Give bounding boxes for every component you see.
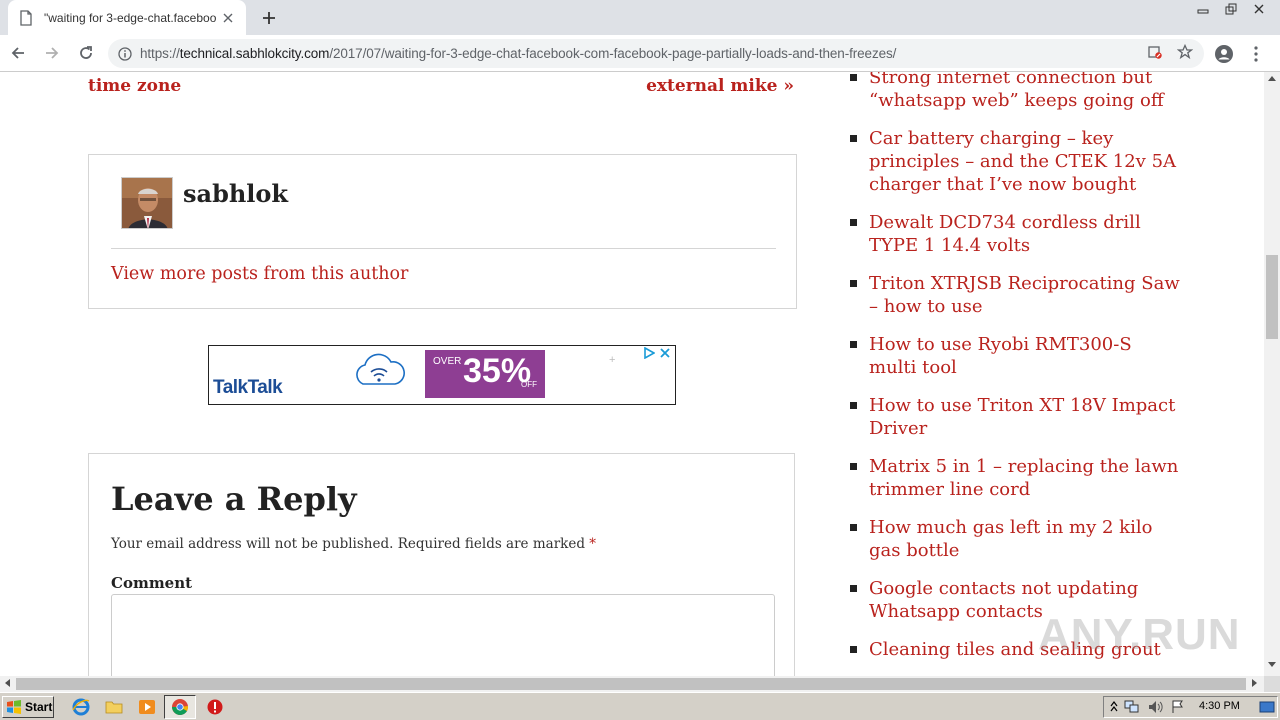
taskbar: Start 4:30 PM <box>0 692 1280 720</box>
list-item: Strong internet connection but “whatsapp… <box>850 72 1180 112</box>
scrollbar-thumb[interactable] <box>1266 255 1278 339</box>
scroll-down-icon[interactable] <box>1268 662 1276 668</box>
vertical-scrollbar[interactable] <box>1264 72 1280 676</box>
recent-post-link[interactable]: Strong internet connection but “whatsapp… <box>869 72 1164 111</box>
stop-sign-icon[interactable] <box>206 698 224 716</box>
scroll-right-icon[interactable] <box>1252 679 1258 687</box>
profile-icon[interactable] <box>1208 39 1240 68</box>
ad-close-icon[interactable] <box>659 347 671 359</box>
bookmark-star-icon[interactable] <box>1170 44 1200 60</box>
recent-post-link[interactable]: How much gas left in my 2 kilo gas bottl… <box>869 517 1152 561</box>
system-tray: 4:30 PM <box>1103 696 1278 718</box>
avatar <box>121 177 173 229</box>
list-item: Matrix 5 in 1 – replacing the lawn trimm… <box>850 455 1180 501</box>
list-item: Car battery charging – key principles – … <box>850 127 1180 196</box>
address-bar[interactable]: https://technical.sabhlokcity.com/2017/0… <box>108 39 1204 68</box>
reply-heading: Leave a Reply <box>111 480 357 518</box>
scroll-left-icon[interactable] <box>4 679 10 687</box>
previous-post-link[interactable]: time zone <box>88 76 181 96</box>
action-center-flag-icon[interactable] <box>1170 700 1186 714</box>
wifi-cloud-icon <box>356 353 405 385</box>
back-button[interactable] <box>2 37 34 69</box>
chrome-icon <box>172 699 188 715</box>
recent-post-link[interactable]: How to use Ryobi RMT300-S multi tool <box>869 334 1132 378</box>
url-text: https://technical.sabhlokcity.com/2017/0… <box>140 46 897 61</box>
chrome-taskbar-button[interactable] <box>164 695 196 719</box>
forward-button[interactable] <box>36 37 68 69</box>
browser-toolbar: https://technical.sabhlokcity.com/2017/0… <box>0 35 1280 72</box>
list-item: Dewalt DCD734 cordless drill TYPE 1 14.4… <box>850 211 1180 257</box>
divider <box>111 248 776 249</box>
recent-post-link[interactable]: Car battery charging – key principles – … <box>869 128 1176 195</box>
folder-icon[interactable] <box>105 698 123 716</box>
author-name: sabhlok <box>183 179 289 208</box>
arrow-right-icon <box>46 47 59 59</box>
window-controls <box>1188 0 1272 18</box>
close-tab-icon[interactable] <box>220 10 236 26</box>
list-item: Triton XTRJSB Reciprocating Saw – how to… <box>850 272 1180 318</box>
horizontal-scrollbar[interactable] <box>0 676 1264 692</box>
recent-post-link[interactable]: How to use Triton XT 18V Impact Driver <box>869 395 1175 439</box>
document-icon <box>20 9 32 26</box>
adchoices-icon[interactable] <box>643 347 655 359</box>
plus-icon <box>263 12 275 24</box>
required-marker: * <box>589 536 597 552</box>
reload-icon <box>80 46 92 59</box>
start-button[interactable]: Start <box>2 696 54 718</box>
show-desktop-icon[interactable] <box>1259 700 1275 714</box>
view-more-posts-link[interactable]: View more posts from this author <box>111 264 408 284</box>
recent-posts-sidebar: Strong internet connection but “whatsapp… <box>850 72 1180 676</box>
start-label: Start <box>25 700 53 714</box>
new-tab-button[interactable] <box>258 7 280 29</box>
close-window-button[interactable] <box>1246 0 1272 18</box>
internet-explorer-icon[interactable] <box>72 698 90 716</box>
info-icon[interactable] <box>118 46 132 61</box>
author-box: sabhlok View more posts from this author <box>88 154 797 309</box>
tab-strip: "waiting for 3-edge-chat.facebook.c <box>0 0 1280 35</box>
advertisement-banner[interactable]: TalkTalk OVER 35% OFF + <box>208 345 676 405</box>
recent-post-link[interactable]: Dewalt DCD734 cordless drill TYPE 1 14.4… <box>869 212 1141 256</box>
scrollbar-thumb[interactable] <box>16 678 1246 690</box>
browser-tab[interactable]: "waiting for 3-edge-chat.facebook.c <box>8 0 246 35</box>
reply-form: Leave a Reply Your email address will no… <box>88 453 795 676</box>
page-viewport: time zone external mike » sabhlok View m… <box>0 72 1264 676</box>
reply-note: Your email address will not be published… <box>111 536 597 552</box>
blocked-content-icon[interactable] <box>1140 44 1170 60</box>
restore-button[interactable] <box>1218 0 1244 18</box>
recent-post-link[interactable]: Matrix 5 in 1 – replacing the lawn trimm… <box>869 456 1178 500</box>
volume-icon[interactable] <box>1148 700 1164 714</box>
next-post-link[interactable]: external mike » <box>646 76 794 96</box>
plus-icon: + <box>609 354 616 366</box>
network-icon[interactable] <box>1124 700 1140 714</box>
comment-label: Comment <box>111 574 193 592</box>
recent-post-link[interactable]: Triton XTRJSB Reciprocating Saw – how to… <box>869 273 1180 317</box>
media-player-icon[interactable] <box>138 698 156 716</box>
menu-kebab-icon[interactable] <box>1240 39 1272 68</box>
reload-button[interactable] <box>70 37 102 69</box>
tab-title: "waiting for 3-edge-chat.facebook.c <box>44 10 216 25</box>
scrollbar-corner <box>1264 676 1280 692</box>
windows-logo-icon <box>7 700 21 714</box>
list-item: How much gas left in my 2 kilo gas bottl… <box>850 516 1180 562</box>
scroll-up-icon[interactable] <box>1268 75 1276 81</box>
clock: 4:30 PM <box>1199 700 1240 712</box>
list-item: How to use Triton XT 18V Impact Driver <box>850 394 1180 440</box>
list-item: How to use Ryobi RMT300-S multi tool <box>850 333 1180 379</box>
ad-offer-badge: OVER 35% OFF <box>425 350 545 398</box>
ad-brand-logo: TalkTalk <box>213 377 283 398</box>
watermark-logo: ANY.RUN <box>1038 610 1241 659</box>
tray-expand-icon[interactable] <box>1110 700 1118 714</box>
comment-textarea[interactable] <box>111 594 775 676</box>
arrow-left-icon <box>11 47 24 59</box>
minimize-button[interactable] <box>1190 0 1216 18</box>
